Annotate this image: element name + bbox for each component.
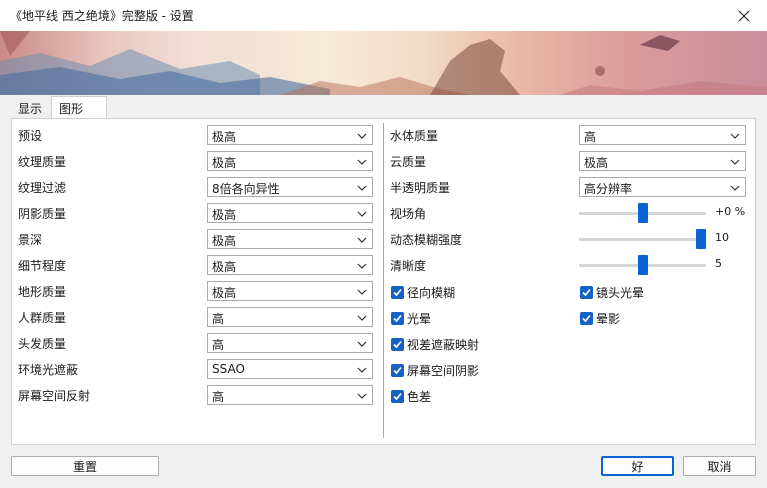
chevron-down-icon <box>357 289 367 295</box>
setting-label: 半透明质量 <box>390 181 451 195</box>
setting-row: 环境光遮蔽 SSAO <box>12 359 757 379</box>
checkbox[interactable] <box>580 285 593 299</box>
setting-label: 水体质量 <box>390 129 439 143</box>
chevron-down-icon <box>730 133 740 139</box>
setting-select[interactable]: SSAO <box>207 359 373 379</box>
checkbox[interactable] <box>391 285 404 299</box>
setting-row: 屏幕空间反射 高 <box>12 385 757 405</box>
ok-button[interactable]: 好 <box>601 456 674 476</box>
slider-row: 视场角 +0 % <box>12 203 757 223</box>
slider-row: 清晰度 5 <box>12 255 757 275</box>
setting-select[interactable]: 高分辨率 <box>579 177 746 197</box>
chevron-down-icon <box>730 185 740 191</box>
window-title: 《地平线 西之绝境》完整版 - 设置 <box>10 9 194 23</box>
slider-row: 动态模糊强度 10 <box>12 229 757 249</box>
chevron-down-icon <box>357 341 367 347</box>
checkbox-label: 色差 <box>407 389 432 404</box>
close-button[interactable] <box>721 0 767 31</box>
setting-value: 极高 <box>212 286 237 300</box>
slider-value: 5 <box>715 257 722 270</box>
setting-select[interactable]: 高 <box>207 385 373 405</box>
setting-row: 头发质量 高 <box>12 333 757 353</box>
checkmark-icon <box>393 366 402 374</box>
setting-row: 人群质量 高 <box>12 307 757 327</box>
banner-artwork <box>0 31 767 95</box>
slider-control[interactable] <box>579 229 706 249</box>
checkbox-label: 晕影 <box>596 311 621 326</box>
slider-thumb[interactable] <box>696 229 706 249</box>
setting-label: 环境光遮蔽 <box>18 363 79 377</box>
slider-control[interactable] <box>579 255 706 275</box>
checkbox-label: 光晕 <box>407 311 432 326</box>
checkbox-option[interactable]: 光晕 <box>391 310 431 326</box>
checkbox-label: 径向模糊 <box>407 285 456 300</box>
setting-value: 高 <box>212 338 225 352</box>
setting-label: 人群质量 <box>18 311 67 325</box>
chevron-down-icon <box>357 393 367 399</box>
reset-button[interactable]: 重置 <box>11 456 159 476</box>
slider-label: 视场角 <box>390 207 427 221</box>
setting-value: 高 <box>212 312 225 326</box>
chevron-down-icon <box>357 315 367 321</box>
setting-select[interactable]: 高 <box>579 125 746 145</box>
tab-display[interactable]: 显示 <box>11 97 51 119</box>
setting-row: 半透明质量 高分辨率 <box>12 177 757 197</box>
title-bar: 《地平线 西之绝境》完整版 - 设置 <box>0 0 767 31</box>
setting-select[interactable]: 高 <box>207 307 373 327</box>
cancel-button[interactable]: 取消 <box>683 456 756 476</box>
checkbox[interactable] <box>391 337 404 351</box>
slider-thumb[interactable] <box>638 203 648 223</box>
setting-label: 云质量 <box>390 155 427 169</box>
setting-value: SSAO <box>212 362 245 376</box>
checkbox-label: 镜头光晕 <box>596 285 645 300</box>
checkmark-icon <box>393 392 402 400</box>
checkbox-option[interactable]: 屏幕空间阴影 <box>391 362 479 378</box>
checkmark-icon <box>393 340 402 348</box>
setting-label: 屏幕空间反射 <box>18 389 91 403</box>
setting-label: 头发质量 <box>18 337 67 351</box>
slider-value: +0 % <box>715 205 746 218</box>
close-icon <box>738 10 750 21</box>
checkbox[interactable] <box>391 363 404 377</box>
chevron-down-icon <box>730 159 740 165</box>
slider-label: 清晰度 <box>390 259 427 273</box>
setting-select[interactable]: 极高 <box>207 281 373 301</box>
checkbox-label: 屏幕空间阴影 <box>407 363 480 378</box>
checkmark-icon <box>393 314 402 322</box>
setting-select[interactable]: 高 <box>207 333 373 353</box>
checkbox[interactable] <box>391 311 404 325</box>
slider-control[interactable] <box>579 203 706 223</box>
checkbox-option[interactable]: 径向模糊 <box>391 284 455 300</box>
setting-value: 极高 <box>584 156 609 170</box>
tab-graphics[interactable]: 图形 <box>51 96 107 120</box>
setting-row: 水体质量 高 <box>12 125 757 145</box>
setting-value: 高分辨率 <box>584 182 633 196</box>
slider-thumb[interactable] <box>638 255 648 275</box>
setting-value: 高 <box>212 390 225 404</box>
slider-value: 10 <box>715 231 729 244</box>
checkmark-icon <box>582 288 591 296</box>
checkbox-option[interactable]: 色差 <box>391 388 431 404</box>
checkmark-icon <box>582 314 591 322</box>
setting-select[interactable]: 极高 <box>579 151 746 171</box>
chevron-down-icon <box>357 367 367 373</box>
setting-label: 地形质量 <box>18 285 67 299</box>
checkbox[interactable] <box>580 311 593 325</box>
slider-track <box>579 238 706 241</box>
checkbox-option[interactable]: 镜头光晕 <box>580 284 644 300</box>
banner-illustration <box>0 31 767 95</box>
checkbox-option[interactable]: 晕影 <box>580 310 620 326</box>
slider-label: 动态模糊强度 <box>390 233 463 247</box>
graphics-settings-panel: 预设 极高 纹理质量 极高 纹理过滤 8倍各向异性 阴影质量 极高 景深 极高 细节程度 极高 地形质量… <box>11 118 756 445</box>
checkbox[interactable] <box>391 389 404 403</box>
checkmark-icon <box>393 288 402 296</box>
setting-row: 云质量 极高 <box>12 151 757 171</box>
checkbox-option[interactable]: 视差遮蔽映射 <box>391 336 479 352</box>
setting-value: 高 <box>584 130 597 144</box>
setting-row: 地形质量 极高 <box>12 281 757 301</box>
checkbox-label: 视差遮蔽映射 <box>407 337 480 352</box>
